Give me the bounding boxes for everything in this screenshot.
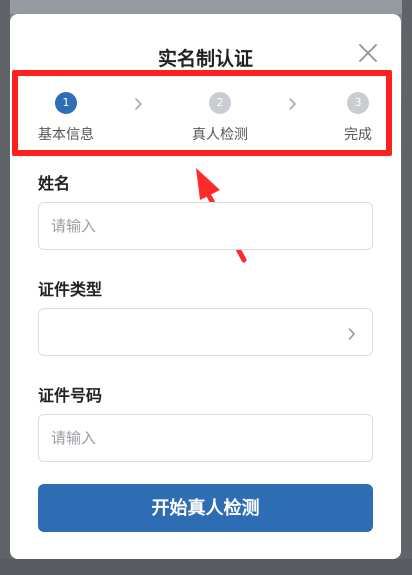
close-icon[interactable]: [357, 42, 379, 64]
id-number-input[interactable]: [39, 415, 372, 461]
backdrop-right: [402, 0, 412, 575]
step-highlight-box: [12, 70, 392, 156]
id-type-select[interactable]: [38, 308, 373, 356]
name-field[interactable]: [38, 202, 373, 250]
backdrop-left: [0, 0, 10, 575]
name-input[interactable]: [39, 203, 372, 249]
id-number-label: 证件号码: [38, 386, 103, 405]
id-type-label: 证件类型: [38, 280, 103, 299]
chevron-right-icon: [348, 326, 356, 340]
backdrop-bottom: [0, 559, 412, 575]
backdrop-top: [0, 0, 412, 14]
start-face-check-button[interactable]: 开始真人检测: [38, 484, 373, 532]
dialog-title: 实名制认证: [157, 48, 253, 70]
verification-dialog: 实名制认证 1 基本信息 2 真人检测 3 完成 姓名 证件类型: [10, 14, 401, 559]
id-number-field[interactable]: [38, 414, 373, 462]
name-label: 姓名: [38, 174, 71, 193]
